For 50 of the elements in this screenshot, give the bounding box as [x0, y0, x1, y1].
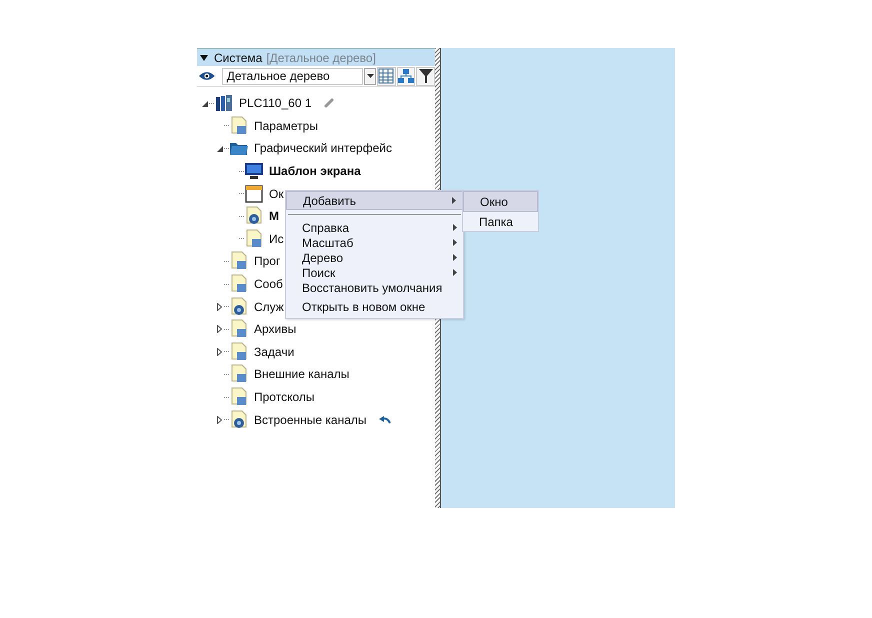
panel-title: Система: [214, 50, 262, 64]
menu-item[interactable]: Открыть в новом окне: [286, 299, 463, 314]
tree-item[interactable]: Ок: [269, 186, 284, 201]
menu-item[interactable]: Поиск: [286, 265, 463, 280]
menu-item[interactable]: Дерево: [286, 250, 463, 265]
caret-icon: [366, 74, 374, 78]
tree-item[interactable]: Параметры: [254, 118, 318, 133]
document-icon: [229, 364, 249, 384]
collapse-icon[interactable]: [200, 54, 208, 60]
document-icon: [229, 342, 249, 362]
tree-item[interactable]: Ис: [269, 232, 284, 246]
tree-item[interactable]: Графический интерфейс: [254, 141, 392, 156]
document-icon: [244, 228, 264, 249]
expand-icon[interactable]: [217, 302, 222, 311]
menu-item[interactable]: Масштаб: [286, 235, 463, 250]
tree-item[interactable]: М: [269, 209, 279, 224]
expand-icon[interactable]: [217, 325, 222, 334]
tree-item[interactable]: Протсколы: [254, 390, 314, 404]
document-icon: [229, 274, 249, 294]
filter-button[interactable]: [416, 66, 436, 86]
document-icon: [229, 116, 249, 136]
collapse-icon[interactable]: [201, 100, 208, 107]
expand-icon[interactable]: [217, 416, 222, 424]
expand-icon[interactable]: [217, 348, 222, 356]
tree-item[interactable]: Архивы: [254, 322, 296, 336]
panel-subtitle: [Детальное дерево]: [266, 50, 376, 64]
menu-item[interactable]: Восстановить умолчания: [286, 280, 463, 295]
monitor-icon: [244, 161, 264, 182]
document-icon: [229, 251, 249, 272]
tree-item[interactable]: Служ: [254, 300, 284, 314]
view-dropdown[interactable]: Детальное дерево: [222, 68, 364, 84]
tree-item[interactable]: Шаблон экрана: [269, 164, 361, 178]
device-icon: [214, 93, 234, 114]
tree-item[interactable]: Встроенные каналы: [254, 412, 367, 427]
document-icon: [229, 387, 249, 408]
menu-item[interactable]: Папка: [463, 212, 538, 231]
menu-item[interactable]: Окно: [463, 191, 538, 212]
window-icon: [244, 184, 264, 204]
tree-item[interactable]: Внешние каналы: [254, 367, 350, 382]
document-icon: [229, 319, 249, 340]
tree-item[interactable]: Задачи: [254, 344, 294, 359]
menu-item[interactable]: Добавить: [286, 191, 463, 210]
table-view-button[interactable]: [376, 66, 396, 86]
tree-item[interactable]: PLC110_60 1: [239, 96, 312, 110]
dropdown-button[interactable]: [364, 68, 376, 84]
tree-item[interactable]: Сооб: [254, 277, 283, 292]
hierarchy-button[interactable]: [396, 66, 416, 86]
menu-item[interactable]: Справка: [286, 220, 463, 235]
collapse-icon[interactable]: [216, 144, 223, 152]
tree-item[interactable]: Прог: [254, 254, 280, 268]
